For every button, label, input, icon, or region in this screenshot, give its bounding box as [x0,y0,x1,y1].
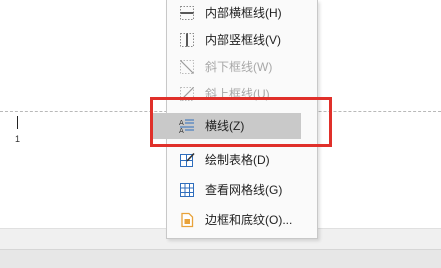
draw-table-icon [179,152,195,168]
menu-item-label: 查看网格线(G) [205,183,283,197]
annotation-highlight-box [150,97,332,147]
menu-item-label: 斜下框线(W) [205,60,273,74]
menu-item-borders-and-shading[interactable]: 边框和底纹(O)... [167,207,317,233]
taskbar-strip [0,249,441,268]
diagonal-down-border-icon [179,59,195,75]
borders-shading-icon [179,212,195,228]
line-number: 1 [15,134,21,144]
menu-item-label: 内部横框线(H) [205,6,282,20]
menu-item-view-gridlines[interactable]: 查看网格线(G) [167,177,317,203]
text-cursor [17,116,18,129]
menu-item-inside-horizontal-border[interactable]: 内部横框线(H) [167,0,317,26]
inside-vertical-border-icon [179,32,195,48]
menu-item-label: 内部竖框线(V) [205,33,281,47]
menu-item-inside-vertical-border[interactable]: 内部竖框线(V) [167,27,317,53]
menu-item-label: 绘制表格(D) [205,153,270,167]
view-gridlines-icon [179,182,195,198]
menu-item-diagonal-down-border[interactable]: 斜下框线(W) [167,54,317,80]
menu-item-label: 边框和底纹(O)... [205,213,293,227]
menu-item-draw-table[interactable]: 绘制表格(D) [167,147,317,173]
inside-horizontal-border-icon [179,5,195,21]
